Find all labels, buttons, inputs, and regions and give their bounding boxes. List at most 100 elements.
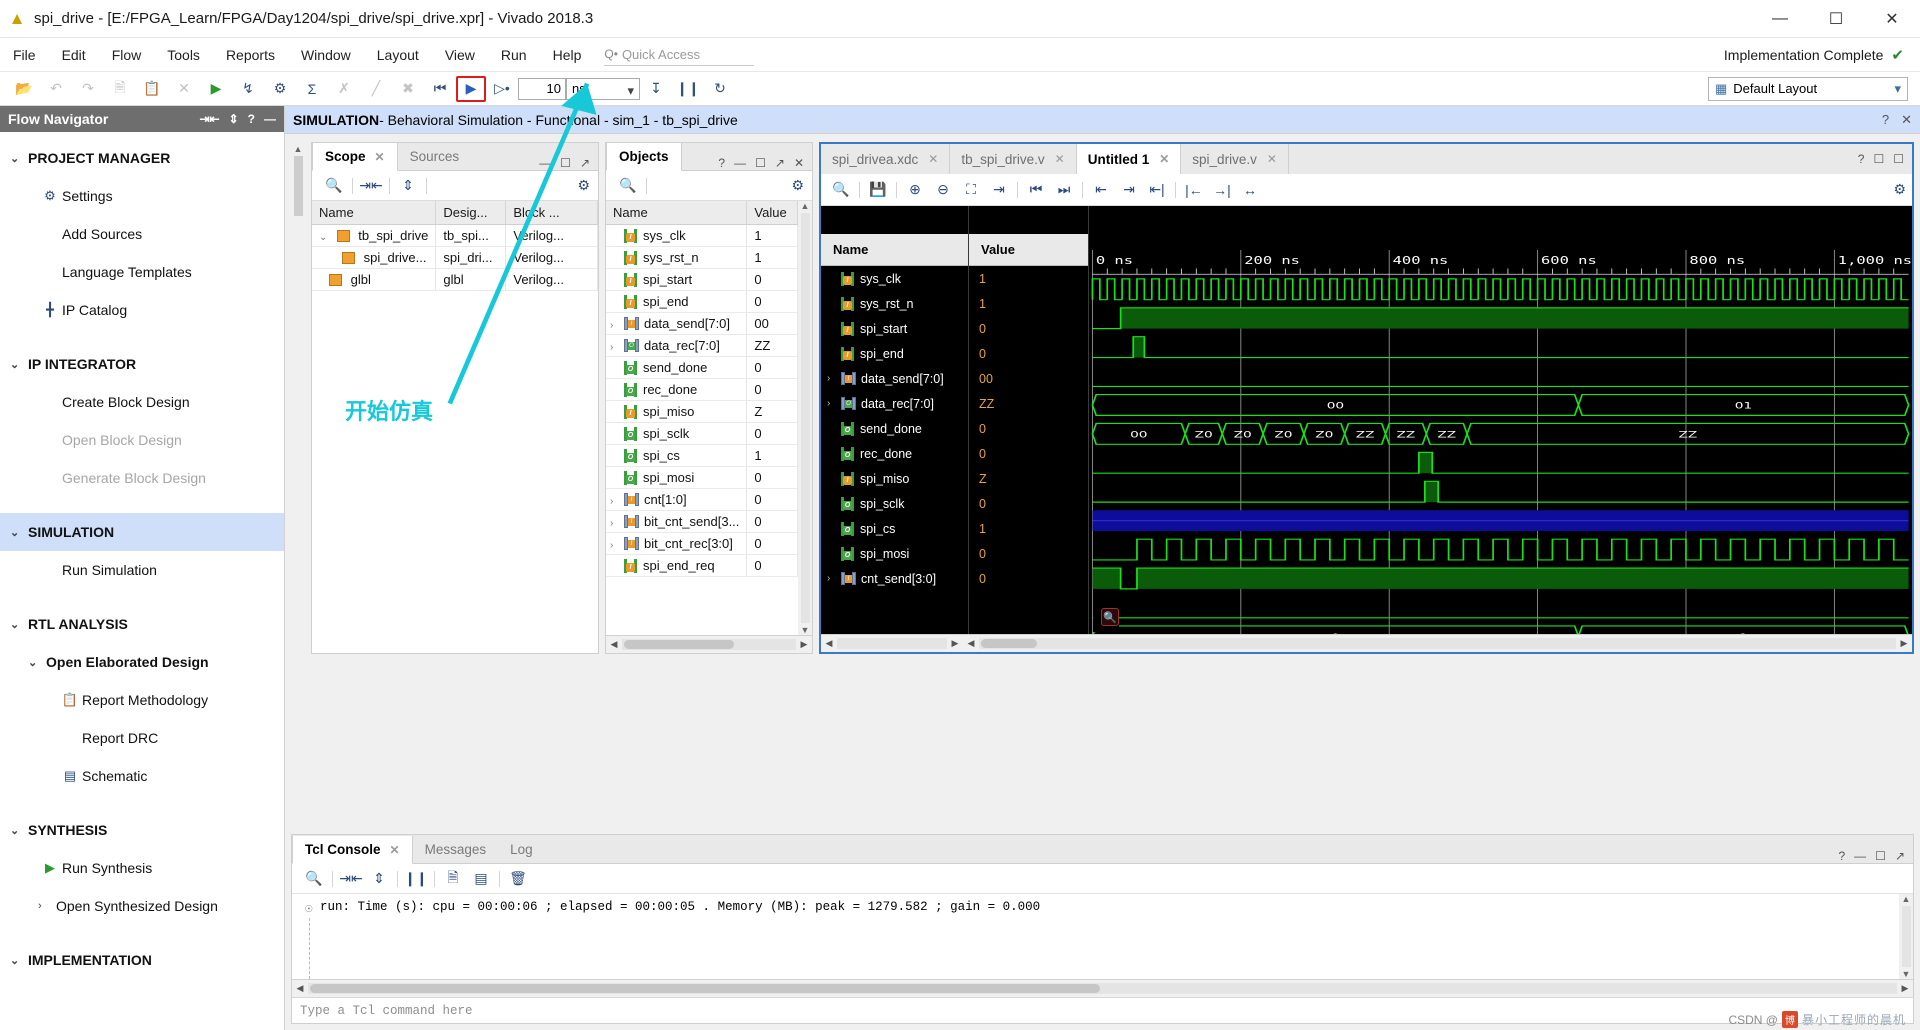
chevron-right-icon[interactable]: › [827,373,841,384]
maximize-icon[interactable]: ☐ [560,156,571,170]
table-row[interactable]: Osend_done 0 [606,356,798,379]
maximize-icon[interactable]: ☐ [1893,152,1904,166]
waveform-signal-row[interactable]: Orec_done [821,441,968,466]
pause-icon[interactable]: ❙❙ [402,870,430,887]
clear-icon[interactable]: 🗑 [504,870,532,887]
menu-window[interactable]: Window [288,38,364,72]
minimize-icon[interactable]: — [539,156,551,170]
scroll-up-icon[interactable]: ▲ [294,144,303,154]
menu-flow[interactable]: Flow [99,38,155,72]
chevron-right-icon[interactable]: › [610,518,624,529]
previous-marker-icon[interactable]: |← [1180,182,1208,198]
run-all-icon[interactable]: ▶ [458,76,484,102]
add-marker-icon[interactable]: ⇤| [1143,181,1171,198]
table-row[interactable]: Ospi_mosi 0 [606,466,798,489]
scroll-left-icon[interactable]: ◀ [821,638,837,649]
tcl-vertical-scrollbar[interactable]: ▲ ▼ [1899,894,1913,979]
sidebar-group-simulation[interactable]: ⌄ SIMULATION [0,513,284,551]
tab-tcl-console[interactable]: Tcl Console ✕ [292,836,413,864]
waveform-horizontal-scrollbar[interactable]: ◀ ▶ ◀ ▶ [821,634,1912,652]
table-row[interactable]: Isys_rst_n 1 [606,246,798,269]
table-row[interactable]: › Icnt[1:0] 0 [606,488,798,511]
sidebar-group-ip-integrator[interactable]: ⌄ IP INTEGRATOR [0,345,284,383]
close-icon[interactable]: ✕ [1055,152,1065,166]
zoom-out-icon[interactable]: ⊖ [929,181,957,198]
sidebar-group-project-manager[interactable]: ⌄ PROJECT MANAGER [0,139,284,177]
close-icon[interactable]: ✕ [928,152,938,166]
scrollbar-thumb[interactable] [981,639,1037,648]
settings-icon[interactable]: ⚙ [264,76,296,102]
sidebar-item-add-sources[interactable]: Add Sources [0,215,284,253]
tab-tb-spi-drive-v[interactable]: tb_spi_drive.v ✕ [950,144,1077,174]
table-row[interactable]: ⌄ tb_spi_drive tb_spi... Verilog... [312,224,598,247]
chevron-down-icon[interactable]: ⌄ [319,232,333,243]
table-row[interactable]: spi_drive... spi_dri... Verilog... [312,246,598,269]
tab-sources[interactable]: Sources [398,142,472,170]
zoom-fit-icon[interactable]: ⛶ [957,181,985,198]
scroll-right-icon[interactable]: ▶ [1896,638,1912,649]
pause-icon[interactable]: ❙❙ [672,76,704,102]
table-row[interactable]: Ospi_cs 1 [606,444,798,467]
close-icon[interactable]: ✕ [375,150,385,164]
table-row[interactable]: › Ibit_cnt_rec[3:0] 0 [606,532,798,555]
minimize-icon[interactable]: — [1854,849,1866,863]
table-row[interactable]: Ospi_sclk 0 [606,422,798,445]
sidebar-group-rtl-analysis[interactable]: ⌄ RTL ANALYSIS [0,605,284,643]
tab-messages[interactable]: Messages [413,835,499,863]
table-row[interactable]: Orec_done 0 [606,378,798,401]
waveform-plot[interactable]: 0 ns 200 ns 400 ns 600 ns 800 ns 1,000 ns 00 01… [1089,206,1912,634]
save-icon[interactable]: 💾 [864,181,892,198]
copy-icon[interactable]: 🗎 [104,76,136,102]
waveform-signal-row[interactable]: Isys_clk [821,266,968,291]
maximize-button[interactable]: ☐ [1808,0,1864,38]
table-row[interactable]: › Ibit_cnt_send[3... 0 [606,510,798,533]
scrollbar-track[interactable] [308,983,1897,994]
table-row[interactable]: Ispi_start 0 [606,268,798,291]
time-unit-select[interactable]: ns [566,77,640,101]
menu-view[interactable]: View [432,38,488,72]
waveform-signal-row[interactable]: › Idata_send[7:0] [821,366,968,391]
close-icon[interactable]: ✕ [1267,152,1277,166]
sidebar-item-report-drc[interactable]: Report DRC [0,719,284,757]
minimize-icon[interactable]: — [734,156,746,170]
previous-transition-icon[interactable]: ⇤ [1087,181,1115,198]
help-icon[interactable]: ? [1858,152,1865,166]
go-to-start-icon[interactable]: ⏮ [1022,181,1050,198]
sidebar-item-run-simulation[interactable]: Run Simulation [0,551,284,589]
waveform-signal-row[interactable]: Ospi_cs [821,516,968,541]
next-transition-icon[interactable]: ⇥ [1115,181,1143,198]
run-for-icon[interactable]: ▷• [486,76,518,102]
cut-icon[interactable]: ✗ [328,76,360,102]
sum-icon[interactable]: Σ [296,76,328,102]
waveform-signal-row[interactable]: › Odata_rec[7:0] [821,391,968,416]
waveform-signal-row[interactable]: Ospi_mosi [821,541,968,566]
waveform-signal-row[interactable]: Osend_done [821,416,968,441]
collapse-icon[interactable]: ⇥⇤ [357,177,385,194]
close-icon[interactable]: ✕ [794,156,804,170]
sidebar-group-synthesis[interactable]: ⌄ SYNTHESIS [0,811,284,849]
chevron-right-icon[interactable]: › [827,398,841,409]
search-icon[interactable]: 🔍 [614,177,642,194]
expand-all-icon[interactable]: ⇕ [229,112,239,126]
paste-icon[interactable]: 📋 [136,76,168,102]
help-icon[interactable]: ? [1882,112,1889,128]
help-icon[interactable]: ? [248,112,255,126]
waveform-signal-row[interactable]: › Icnt_send[3:0] [821,566,968,591]
waveform-signal-row[interactable]: Isys_rst_n [821,291,968,316]
close-icon[interactable]: ✕ [390,843,400,857]
tcl-command-input[interactable]: Type a Tcl command here [292,997,1913,1023]
redo-icon[interactable]: ↷ [72,76,104,102]
measure-icon[interactable]: ↔ [1236,182,1264,198]
help-icon[interactable]: ? [1838,849,1845,863]
layout-select[interactable]: ▦ Default Layout ▾ [1708,76,1908,101]
menu-reports[interactable]: Reports [213,38,288,72]
objects-vertical-scrollbar[interactable]: ▲ ▼ [798,201,812,635]
menu-tools[interactable]: Tools [154,38,213,72]
scroll-left-icon[interactable]: ◀ [292,983,308,994]
table-row[interactable]: Ispi_end_req 0 [606,554,798,577]
sidebar-group-implementation[interactable]: ⌄ IMPLEMENTATION [0,941,284,979]
run-time-input[interactable]: 10 [518,77,566,100]
table-row[interactable]: Isys_clk 1 [606,224,798,247]
expand-icon[interactable]: ⇕ [365,870,393,887]
scroll-left-icon[interactable]: ◀ [606,639,622,650]
